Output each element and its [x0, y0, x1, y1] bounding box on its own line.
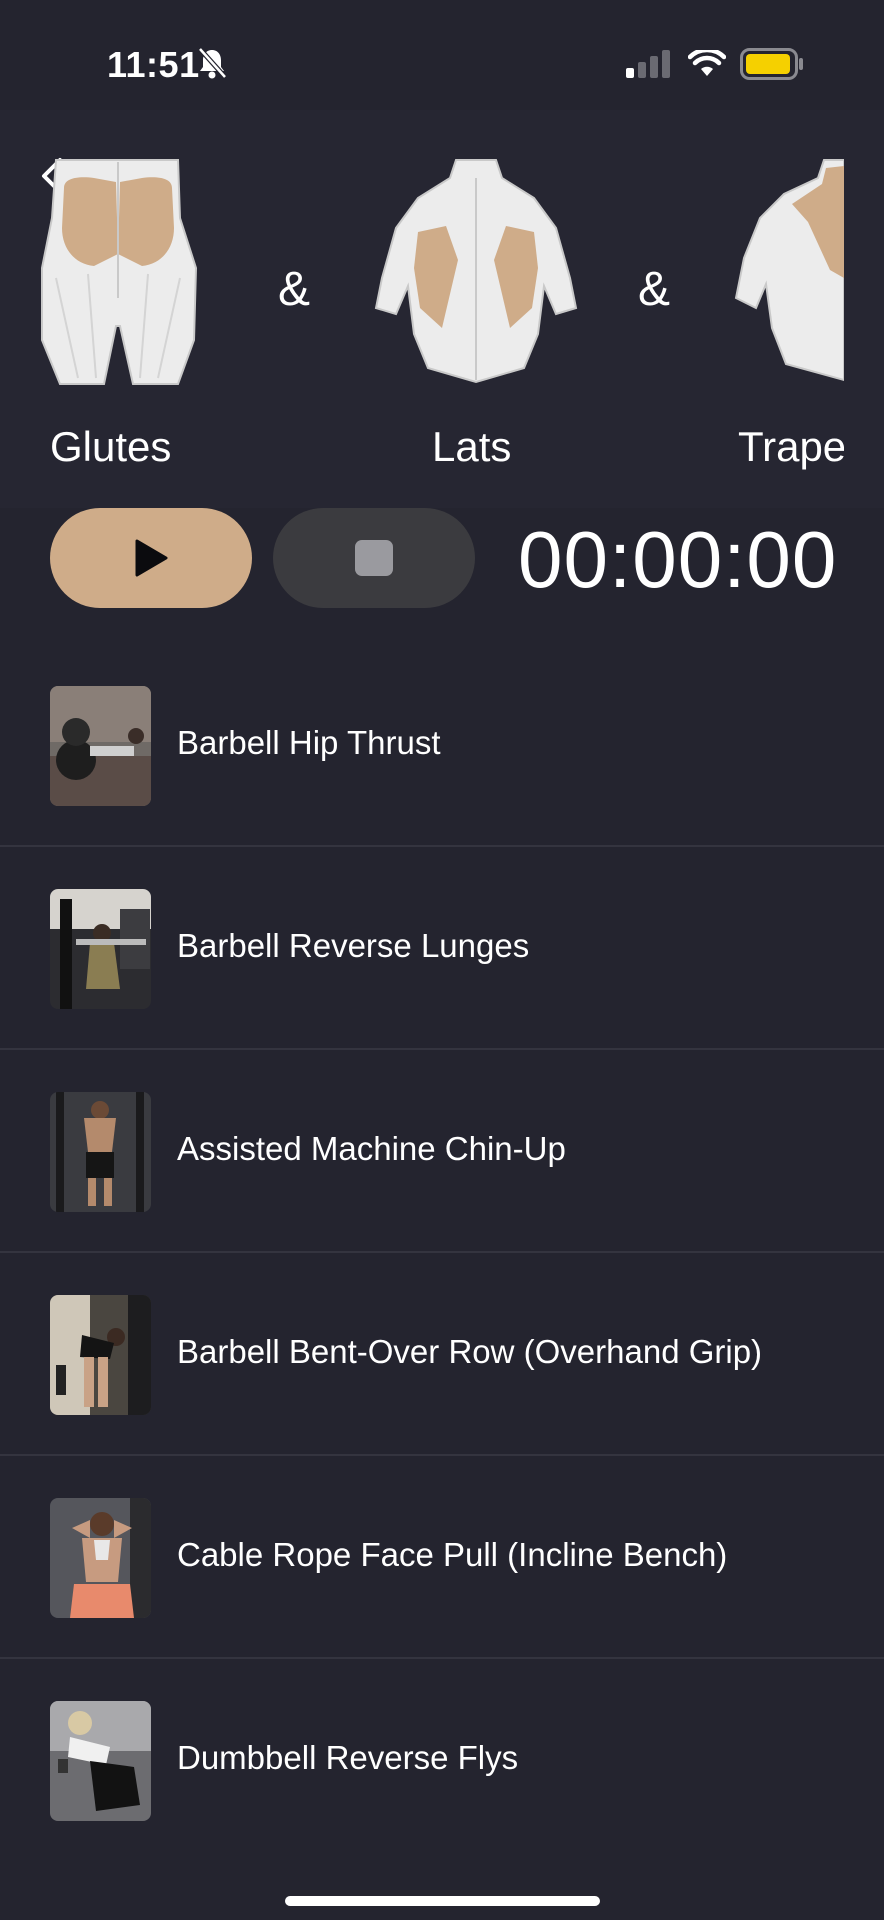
workout-controls: 00:00:00 — [0, 508, 884, 628]
exercise-thumbnail — [50, 686, 151, 806]
exercise-name: Barbell Hip Thrust — [177, 724, 441, 761]
list-item[interactable]: Assisted Machine Chin-Up — [0, 1050, 884, 1253]
list-item[interactable]: Barbell Hip Thrust — [0, 644, 884, 847]
stop-button[interactable] — [273, 508, 475, 608]
status-time: 11:51 — [107, 44, 200, 85]
muscle-label-trapezius: Trape — [738, 423, 844, 470]
ampersand-separator: & — [638, 263, 671, 316]
list-item[interactable]: Dumbbell Reverse Flys — [0, 1659, 884, 1860]
play-button[interactable] — [50, 508, 252, 608]
glutes-figure-icon[interactable] — [38, 158, 198, 388]
list-item[interactable]: Barbell Bent-Over Row (Overhand Grip) — [0, 1253, 884, 1456]
back-figure-icon[interactable] — [374, 158, 578, 384]
exercise-thumbnail — [50, 1295, 151, 1415]
workout-timer: 00:00:00 — [518, 515, 838, 604]
ampersand-separator: & — [278, 263, 311, 316]
signal-icon — [626, 50, 670, 78]
exercise-thumbnail — [50, 1092, 151, 1212]
play-icon — [135, 539, 168, 577]
list-item[interactable]: Cable Rope Face Pull (Incline Bench) — [0, 1456, 884, 1659]
muscle-label-glutes: Glutes — [50, 423, 172, 470]
bell-slash-icon — [198, 47, 227, 79]
exercise-thumbnail — [50, 1701, 151, 1821]
exercise-list: Barbell Hip Thrust Barbell Reverse Lunge… — [0, 644, 884, 1860]
wifi-icon — [688, 50, 726, 76]
exercise-name: Assisted Machine Chin-Up — [177, 1130, 566, 1167]
status-bar: 11:51 — [0, 0, 884, 110]
exercise-name: Cable Rope Face Pull (Incline Bench) — [177, 1536, 728, 1573]
exercise-name: Barbell Reverse Lunges — [177, 927, 530, 964]
trapezius-figure-icon[interactable] — [734, 158, 844, 384]
home-indicator[interactable] — [285, 1896, 600, 1906]
muscle-label-lats: Lats — [432, 423, 512, 470]
exercise-name: Dumbbell Reverse Flys — [177, 1739, 519, 1776]
exercise-name: Barbell Bent-Over Row (Overhand Grip) — [177, 1333, 763, 1370]
battery-icon — [740, 48, 803, 80]
exercise-thumbnail — [50, 889, 151, 1009]
list-item[interactable]: Barbell Reverse Lunges — [0, 847, 884, 1050]
exercise-thumbnail — [50, 1498, 151, 1618]
stop-icon — [355, 540, 393, 576]
